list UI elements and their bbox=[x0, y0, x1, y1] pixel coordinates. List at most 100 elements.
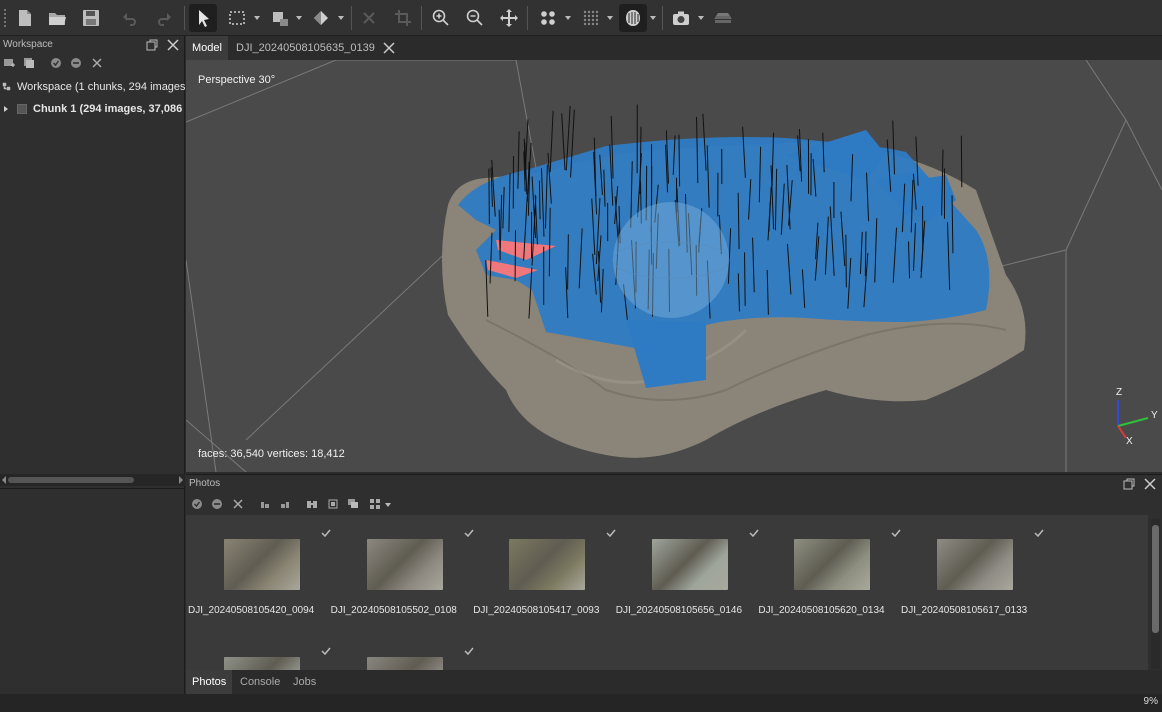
filter-photos-icon[interactable] bbox=[306, 498, 318, 510]
photo-thumbnail-image[interactable] bbox=[651, 539, 728, 590]
model-shading-dropdown-icon[interactable] bbox=[649, 13, 657, 23]
delete-selection-icon[interactable] bbox=[355, 4, 383, 32]
rotate-region-icon[interactable] bbox=[307, 4, 335, 32]
show-points-dropdown-icon[interactable] bbox=[564, 13, 572, 23]
workspace-tree-label: Workspace (1 chunks, 294 images) bbox=[17, 81, 185, 93]
photo-thumbnail-image[interactable] bbox=[224, 657, 300, 671]
rectangle-selection-icon[interactable] bbox=[223, 4, 251, 32]
workspace-horizontal-scrollbar[interactable] bbox=[0, 474, 185, 486]
new-document-icon[interactable] bbox=[11, 4, 39, 32]
tab-photos[interactable]: Photos bbox=[186, 670, 233, 694]
progress-label: 9% bbox=[1143, 696, 1158, 707]
photo-thumbnail-item[interactable] bbox=[331, 635, 474, 671]
chunk-label: Chunk 1 (294 images, 37,086 bbox=[33, 103, 183, 115]
undo-icon[interactable] bbox=[116, 4, 144, 32]
tab-photos-label: Photos bbox=[192, 676, 227, 688]
photos-scrollbar-thumb[interactable] bbox=[1152, 525, 1159, 633]
expand-chevron-icon[interactable] bbox=[3, 106, 9, 112]
close-panel-icon[interactable] bbox=[166, 38, 180, 52]
navigation-cursor-icon[interactable] bbox=[189, 4, 217, 32]
save-icon[interactable] bbox=[77, 4, 105, 32]
tab-photo-view[interactable]: DJI_20240508105635_0139 bbox=[230, 36, 381, 60]
reset-filter-icon[interactable] bbox=[327, 498, 339, 510]
enable-camera-icon[interactable] bbox=[50, 57, 62, 69]
tab-console[interactable]: Console bbox=[234, 670, 286, 694]
workspace-panel-header: Workspace bbox=[0, 36, 184, 54]
enable-photo-icon[interactable] bbox=[191, 498, 203, 510]
model-scene[interactable] bbox=[186, 60, 1162, 472]
camera-capture-icon[interactable] bbox=[667, 4, 695, 32]
add-chunk-icon[interactable] bbox=[3, 57, 15, 69]
status-bar: 9% bbox=[0, 694, 1162, 712]
remove-item-icon[interactable] bbox=[91, 57, 103, 69]
show-points-icon[interactable] bbox=[534, 4, 562, 32]
camera-capture-dropdown-icon[interactable] bbox=[697, 13, 705, 23]
photo-thumbnail-item[interactable]: DJI_20240508105656_0146 bbox=[616, 517, 759, 627]
tab-jobs-label: Jobs bbox=[293, 676, 317, 688]
toolbar-separator bbox=[527, 6, 528, 30]
float-photos-panel-icon[interactable] bbox=[1122, 477, 1136, 491]
redo-icon[interactable] bbox=[150, 4, 178, 32]
perspective-label: Perspective 30° bbox=[198, 74, 276, 86]
disable-photo-icon[interactable] bbox=[211, 498, 223, 510]
workspace-tree-icon bbox=[2, 82, 11, 91]
photo-thumbnail-image[interactable] bbox=[366, 657, 443, 671]
photo-thumbnail-item[interactable]: DJI_20240508105417_0093 bbox=[473, 517, 616, 627]
zoom-in-icon[interactable] bbox=[427, 4, 455, 32]
rotate-region-dropdown-icon[interactable] bbox=[337, 13, 345, 23]
tab-model[interactable]: Model bbox=[186, 36, 228, 60]
remove-photo-icon[interactable] bbox=[232, 498, 244, 510]
axis-x-label: X bbox=[1126, 436, 1133, 447]
photo-thumbnail-item[interactable]: DJI_20240508105617_0133 bbox=[901, 517, 1044, 627]
chunk-checkbox-icon[interactable] bbox=[17, 104, 27, 114]
tree-root-workspace[interactable]: Workspace (1 chunks, 294 images) bbox=[0, 77, 185, 97]
photo-thumbnail-item[interactable]: DJI_20240508105502_0108 bbox=[331, 517, 474, 627]
scroll-left-icon[interactable] bbox=[1, 476, 7, 484]
float-panel-icon[interactable] bbox=[145, 38, 159, 52]
photo-thumbnail-item[interactable]: DJI_20240508105620_0134 bbox=[758, 517, 901, 627]
photos-grid: DJI_20240508105420_0094 DJI_2024050810550… bbox=[186, 515, 1148, 671]
disable-camera-icon[interactable] bbox=[70, 57, 82, 69]
scroll-right-icon[interactable] bbox=[178, 476, 184, 484]
photo-thumbnail-image[interactable] bbox=[366, 539, 443, 590]
photo-thumbnail-item[interactable]: DJI_20240508105420_0094 bbox=[188, 517, 331, 627]
add-photos-icon[interactable] bbox=[23, 57, 35, 69]
rotate-right-icon[interactable] bbox=[279, 498, 291, 510]
workspace-toolbar bbox=[0, 54, 184, 72]
close-photos-panel-icon[interactable] bbox=[1143, 477, 1157, 491]
rotate-left-icon[interactable] bbox=[259, 498, 271, 510]
photo-thumbnail-image[interactable] bbox=[794, 539, 871, 590]
crop-selection-icon[interactable] bbox=[389, 4, 417, 32]
view-mode-dropdown-icon[interactable] bbox=[384, 501, 392, 509]
tree-chunk-1[interactable]: Chunk 1 (294 images, 37,086 bbox=[0, 99, 185, 119]
photo-filename-label: DJI_20240508105417_0093 bbox=[473, 605, 600, 616]
photo-thumbnail-image[interactable] bbox=[509, 539, 586, 590]
show-cameras-dropdown-icon[interactable] bbox=[606, 13, 614, 23]
copy-photos-icon[interactable] bbox=[347, 498, 359, 510]
scrollbar-thumb[interactable] bbox=[8, 477, 134, 483]
main-toolbar bbox=[0, 0, 1162, 36]
bottom-panel-tabs: Photos Console Jobs bbox=[186, 670, 1162, 694]
workspace-panel-title: Workspace bbox=[3, 39, 53, 50]
resize-region-dropdown-icon[interactable] bbox=[295, 13, 303, 23]
photo-thumbnail-image[interactable] bbox=[224, 539, 300, 590]
toolbar-separator bbox=[351, 6, 352, 30]
close-tab-icon[interactable] bbox=[383, 42, 395, 54]
model-shading-icon[interactable] bbox=[619, 4, 647, 32]
open-folder-icon[interactable] bbox=[43, 4, 71, 32]
tab-console-label: Console bbox=[240, 676, 281, 688]
reset-view-icon[interactable] bbox=[495, 4, 523, 32]
tab-jobs[interactable]: Jobs bbox=[287, 670, 322, 694]
rotation-sphere bbox=[613, 202, 729, 318]
toolbar-grip[interactable] bbox=[3, 8, 7, 28]
rectangle-selection-dropdown-icon[interactable] bbox=[253, 13, 261, 23]
zoom-out-icon[interactable] bbox=[461, 4, 489, 32]
view-mode-icon[interactable] bbox=[369, 498, 381, 510]
model-layers-icon[interactable] bbox=[709, 4, 737, 32]
show-cameras-icon[interactable] bbox=[577, 4, 605, 32]
resize-region-icon[interactable] bbox=[266, 4, 294, 32]
photo-thumbnail-item[interactable] bbox=[188, 635, 331, 671]
model-viewport[interactable]: Perspective 30° faces: 36,540 vertices: … bbox=[186, 60, 1162, 472]
photo-thumbnail-image[interactable] bbox=[937, 539, 1013, 590]
photos-vertical-scrollbar[interactable] bbox=[1151, 519, 1160, 669]
